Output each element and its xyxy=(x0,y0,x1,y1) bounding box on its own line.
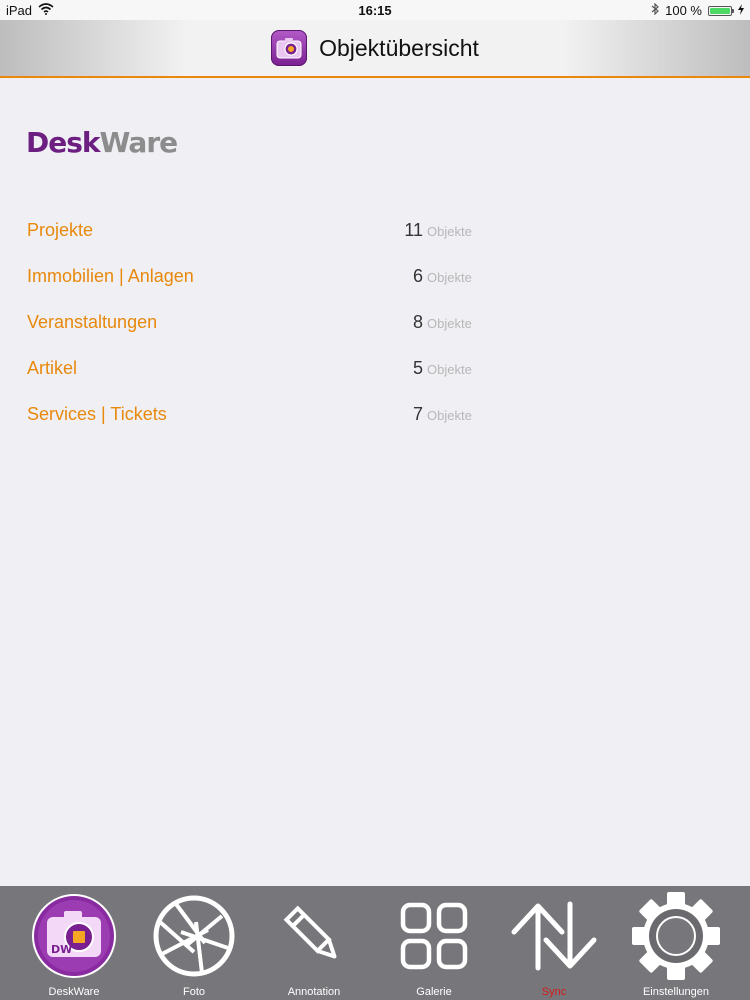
status-time: 16:15 xyxy=(358,3,392,18)
tab-annotation[interactable]: Annotation xyxy=(254,886,374,1000)
aperture-icon[interactable] xyxy=(134,890,254,982)
battery-icon xyxy=(708,5,734,16)
tab-galerie[interactable]: Galerie xyxy=(374,886,494,1000)
list-item-unit: Objekte xyxy=(427,270,472,285)
navigation-bar: Objektübersicht xyxy=(0,20,750,78)
tab-label: Galerie xyxy=(416,986,452,998)
list-item-unit: Objekte xyxy=(427,362,472,377)
list-item-count: 8 xyxy=(412,312,423,332)
status-right: 100 % xyxy=(651,2,744,18)
logo-desk-text: Desk xyxy=(26,126,101,159)
list-item-unit: Objekte xyxy=(427,408,472,423)
pencil-icon[interactable] xyxy=(254,890,374,982)
page-title: Objektübersicht xyxy=(319,34,479,61)
list-item-projekte[interactable]: Projekte 11 Objekte xyxy=(0,210,750,256)
gallery-grid-icon[interactable] xyxy=(374,890,494,982)
tab-einstellungen[interactable]: Einstellungen xyxy=(616,886,736,1000)
screen: iPad 16:15 100 % Objektübersicht DeskWar… xyxy=(0,0,750,1000)
list-item-artikel[interactable]: Artikel 5 Objekte xyxy=(0,348,750,394)
deskware-logo: DeskWare xyxy=(26,126,179,160)
logo-ware-text: Ware xyxy=(99,126,179,159)
charging-bolt-icon xyxy=(738,3,744,18)
tab-label: Annotation xyxy=(287,986,341,998)
gear-icon[interactable] xyxy=(616,890,736,982)
list-item-count: 6 xyxy=(412,266,423,286)
list-item-veranstaltungen[interactable]: Veranstaltungen 8 Objekte xyxy=(0,302,750,348)
list-item-unit: Objekte xyxy=(427,316,472,331)
list-item-label[interactable]: Immobilien | Anlagen xyxy=(27,266,194,287)
battery-percent: 100 % xyxy=(665,3,702,18)
svg-text:DW: DW xyxy=(51,943,72,956)
sync-arrows-icon[interactable] xyxy=(494,890,614,982)
tab-deskware[interactable]: DW DeskWare xyxy=(14,886,134,1000)
list-item-label[interactable]: Projekte xyxy=(27,220,93,241)
list-item-label[interactable]: Veranstaltungen xyxy=(27,312,157,333)
tab-label: Sync xyxy=(541,986,567,998)
tab-bar: DW DeskWare Foto Annotation Galerie Sync… xyxy=(0,886,750,1000)
list-item-count: 7 xyxy=(412,404,423,424)
list-item-count: 5 xyxy=(412,358,423,378)
list-item-label[interactable]: Artikel xyxy=(27,358,77,379)
list-item-services[interactable]: Services | Tickets 7 Objekte xyxy=(0,394,750,440)
object-list: Projekte 11 Objekte Immobilien | Anlagen… xyxy=(0,210,750,440)
list-item-immobilien[interactable]: Immobilien | Anlagen 6 Objekte xyxy=(0,256,750,302)
app-icon xyxy=(271,30,308,66)
battery-level xyxy=(710,7,730,14)
tab-foto[interactable]: Foto xyxy=(134,886,254,1000)
bluetooth-icon xyxy=(651,2,660,18)
tab-label: Foto xyxy=(182,986,205,998)
list-item-count: 11 xyxy=(404,220,423,240)
tab-label: DeskWare xyxy=(48,986,100,998)
tab-sync[interactable]: Sync xyxy=(494,886,614,1000)
tab-label: Einstellungen xyxy=(642,986,710,998)
deskware-camera-icon[interactable]: DW xyxy=(14,890,134,982)
list-item-label[interactable]: Services | Tickets xyxy=(27,404,167,425)
nav-title-group: Objektübersicht xyxy=(0,20,750,76)
list-item-unit: Objekte xyxy=(427,224,472,239)
status-bar: iPad 16:15 100 % xyxy=(0,0,750,20)
